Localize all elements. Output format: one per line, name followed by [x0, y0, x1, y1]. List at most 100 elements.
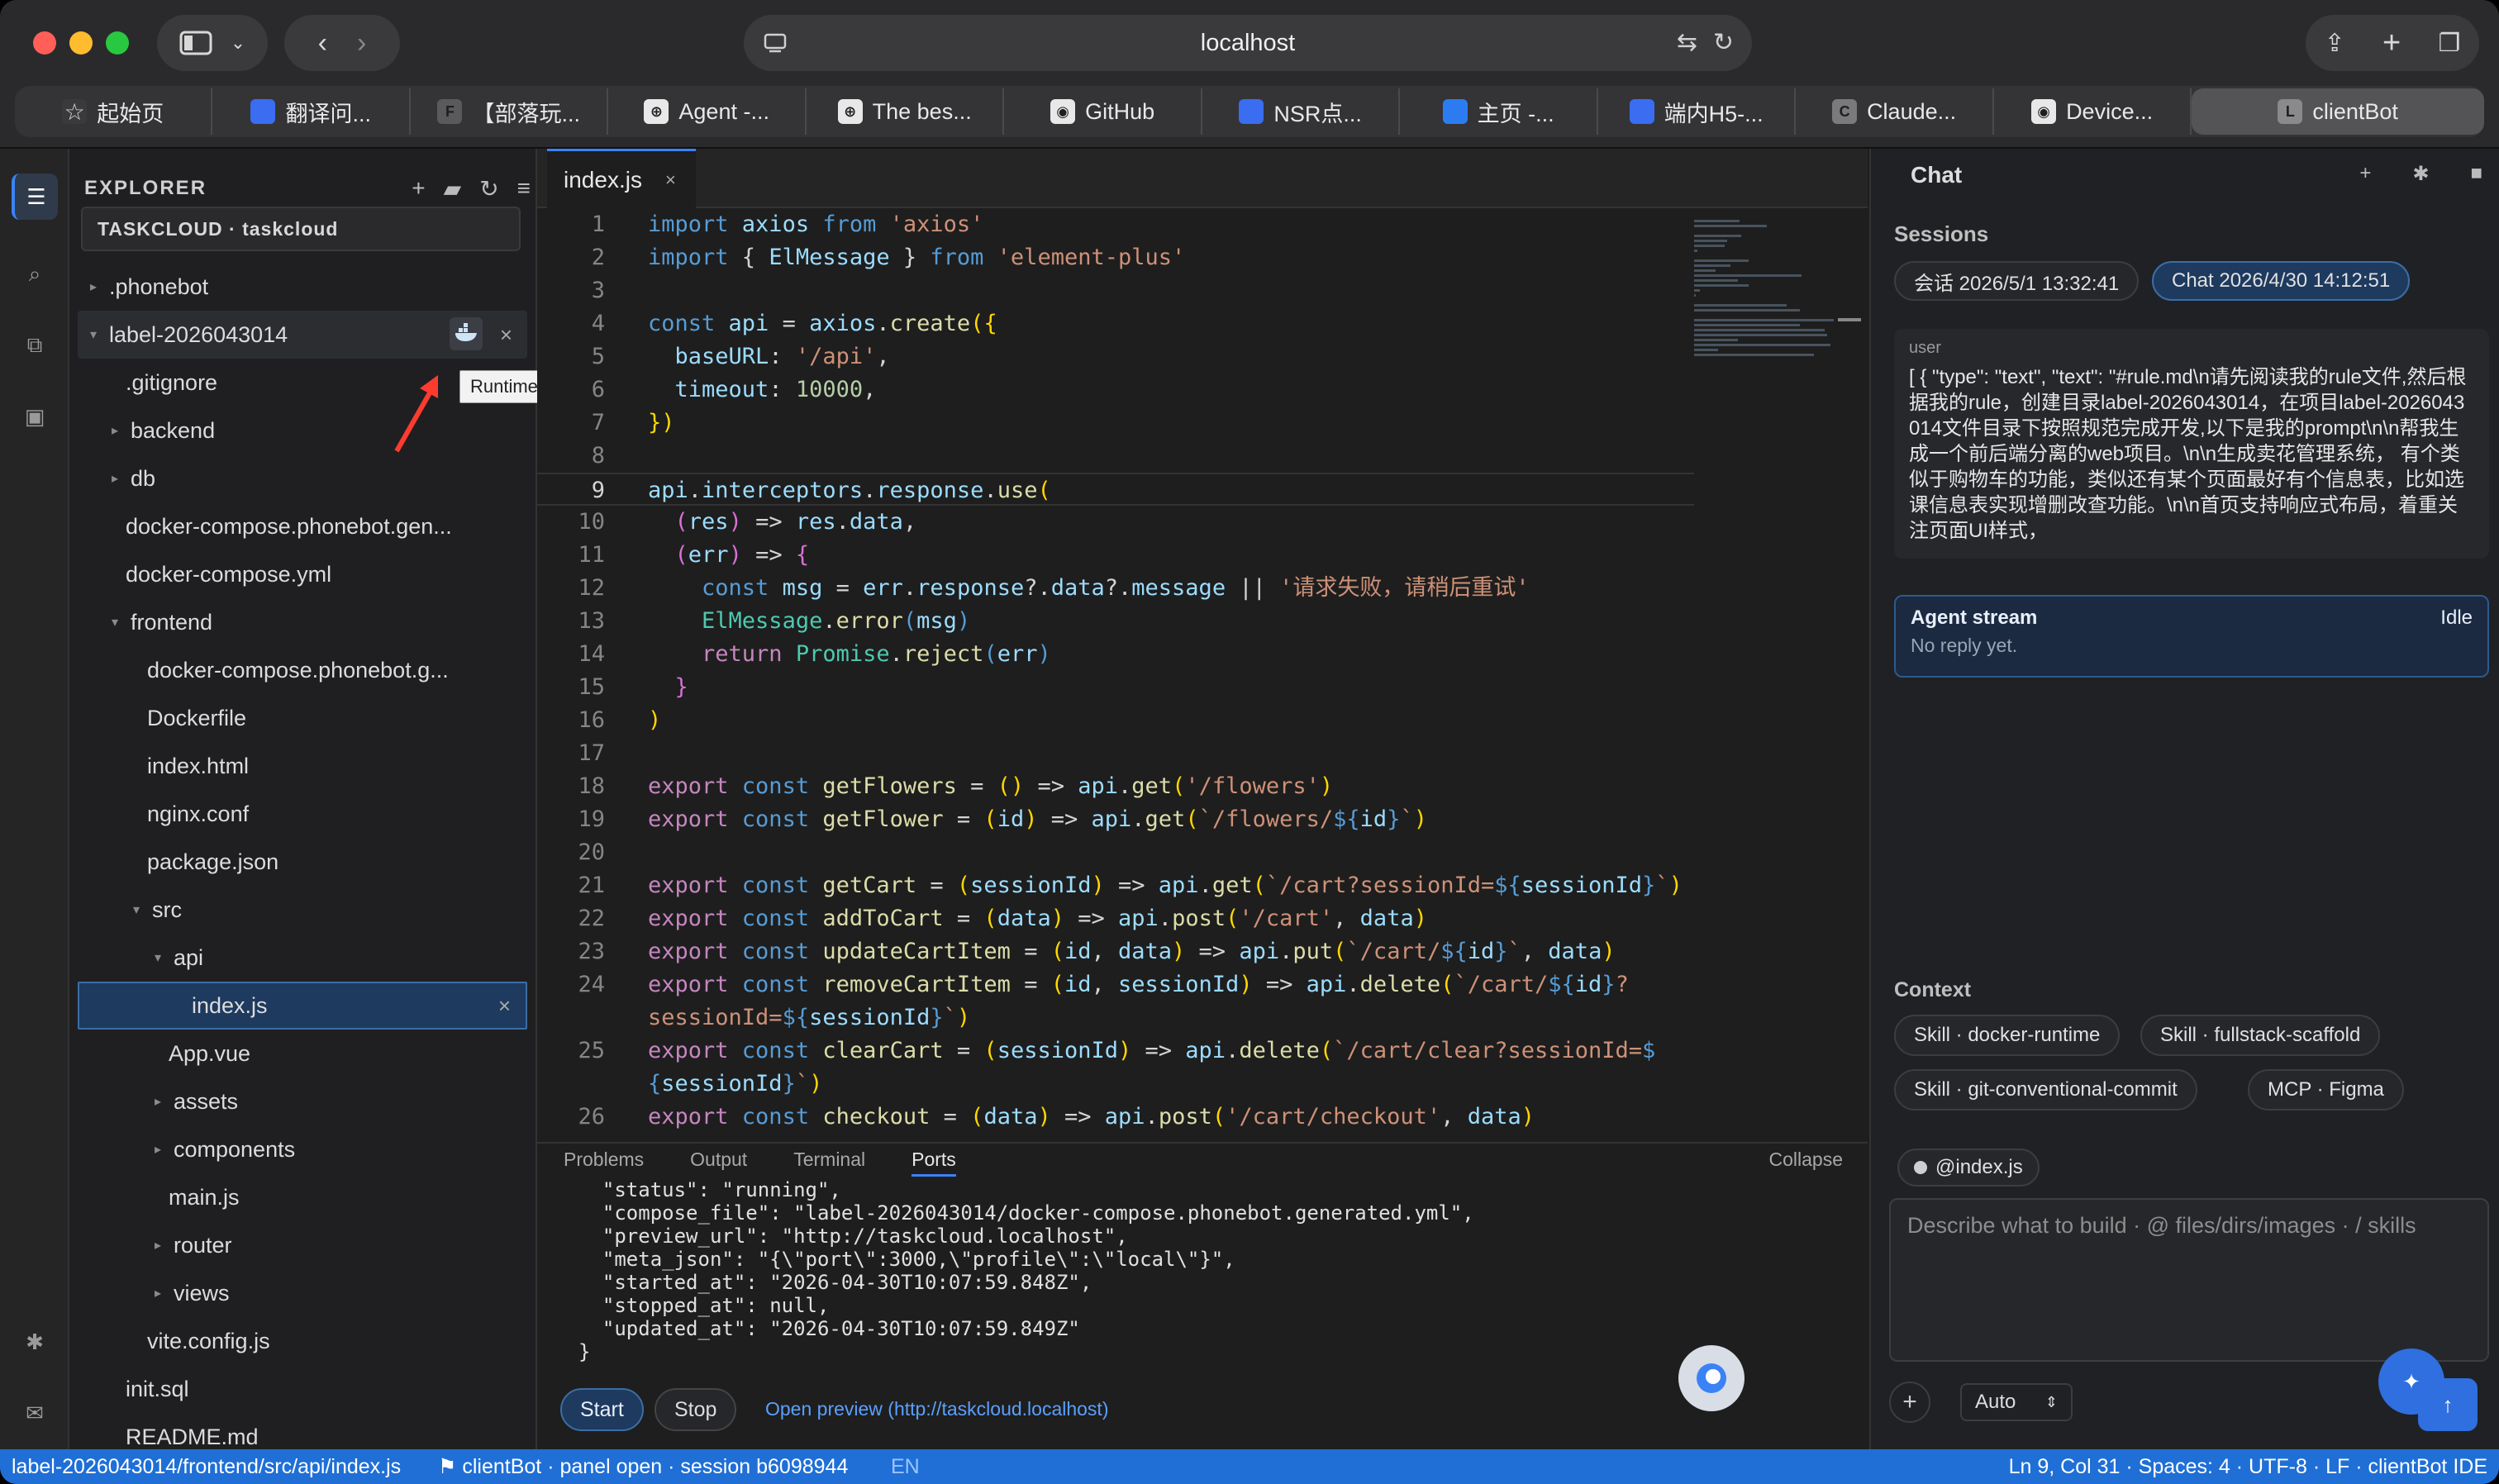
code-line[interactable]: 19 export const getFlower = (id) => api.g…	[537, 803, 1694, 836]
mail-icon[interactable]: ✉	[12, 1390, 58, 1436]
code-line[interactable]: 20	[537, 836, 1694, 869]
code-line[interactable]: 6 timeout: 10000,	[537, 373, 1694, 407]
new-file-icon[interactable]: +	[412, 175, 425, 202]
code-line[interactable]: 2 import { ElMessage } from 'element-plus…	[537, 241, 1694, 274]
chat-settings-icon[interactable]: ✱	[2412, 162, 2429, 186]
translate-icon[interactable]: ⇆	[1677, 28, 1697, 57]
code-lines[interactable]: 1 import axios from 'axios' 2 import { ElMe…	[537, 208, 1694, 1134]
bookmark-item[interactable]: F 【部落玩...	[411, 88, 609, 135]
attach-button[interactable]: +	[1889, 1382, 1930, 1423]
tree-folder[interactable]: ▸ db	[78, 454, 527, 502]
code-line[interactable]: 5 baseURL: '/api',	[537, 340, 1694, 373]
status-path[interactable]: label-2026043014/frontend/src/api/index.…	[12, 1455, 401, 1479]
tab-overview-icon[interactable]: ❐	[2438, 29, 2460, 58]
back-icon[interactable]: ‹	[318, 27, 327, 59]
bookmark-item[interactable]: 翻译问...	[212, 88, 411, 135]
code-line[interactable]: 22 export const addToCart = (data) => api…	[537, 902, 1694, 935]
bookmark-item[interactable]: ☆ 起始页	[15, 88, 213, 135]
code-line[interactable]: 14 return Promise.reject(err)	[537, 638, 1694, 671]
scroll-indicator[interactable]	[1838, 318, 1861, 321]
open-preview-link[interactable]: Open preview (http://taskcloud.localhost…	[765, 1398, 1108, 1420]
bookmark-item[interactable]: ⊕ Agent -...	[608, 88, 807, 135]
bookmark-item[interactable]: NSR点...	[1202, 88, 1401, 135]
tree-file[interactable]: App.vue	[78, 1030, 527, 1077]
code-line[interactable]: 13 ElMessage.error(msg)	[537, 605, 1694, 638]
code-line[interactable]: 26 export const checkout = (data) => api.…	[537, 1101, 1694, 1134]
code-line[interactable]: sessionId=${sessionId}`)	[537, 1001, 1694, 1035]
code-line[interactable]: 11 (err) => {	[537, 539, 1694, 572]
code-line[interactable]: 4 const api = axios.create({	[537, 307, 1694, 340]
tree-folder[interactable]: ▾ src	[78, 886, 527, 934]
stop-button[interactable]: Stop	[654, 1388, 737, 1431]
tree-file[interactable]: docker-compose.yml	[78, 550, 527, 598]
tree-folder[interactable]: ▸ router	[78, 1221, 527, 1269]
start-button[interactable]: Start	[560, 1388, 644, 1431]
tab-output[interactable]: Output	[690, 1149, 747, 1177]
bookmark-item[interactable]: ⊕ The bes...	[807, 88, 1005, 135]
explorer-view-icon[interactable]: ☰	[12, 174, 58, 220]
bookmark-item[interactable]: 主页 -...	[1400, 88, 1598, 135]
code-line[interactable]: 16)	[537, 704, 1694, 737]
code-line[interactable]: 18 export const getFlowers = () => api.ge…	[537, 770, 1694, 803]
code-line[interactable]: 15 }	[537, 671, 1694, 704]
close-icon[interactable]: ×	[498, 993, 511, 1019]
collapse-button[interactable]: Collapse	[1769, 1149, 1844, 1171]
source-control-icon[interactable]: ⧉	[12, 322, 58, 369]
context-chip[interactable]: Skill · git-conventional-commit	[1894, 1069, 2197, 1111]
forward-icon[interactable]: ›	[357, 27, 366, 59]
code-line[interactable]: 24 export const removeCartItem = (id, ses…	[537, 968, 1694, 1001]
status-lang[interactable]: EN	[891, 1455, 920, 1479]
minimize-window-button[interactable]	[69, 31, 93, 55]
file-chip[interactable]: @index.js	[1897, 1149, 2040, 1187]
mode-select[interactable]: Auto ⇕	[1960, 1383, 2073, 1421]
collapse-all-icon[interactable]: ≡	[517, 175, 531, 202]
tree-file[interactable]: init.sql	[78, 1365, 527, 1413]
session-chip[interactable]: 会话 2026/5/1 13:32:41	[1894, 261, 2140, 301]
search-view-icon[interactable]: ⌕	[12, 251, 58, 297]
new-chat-icon[interactable]: +	[2359, 162, 2371, 186]
code-line[interactable]: 7})	[537, 407, 1694, 440]
tree-folder[interactable]: ▸ assets	[78, 1077, 527, 1125]
address-bar[interactable]: localhost ⇆ ↻	[744, 15, 1752, 71]
extensions-icon[interactable]: ▣	[12, 393, 58, 440]
send-button[interactable]: ↑	[2418, 1378, 2478, 1431]
code-line[interactable]: 10 (res) => res.data,	[537, 506, 1694, 539]
tree-file[interactable]: index.html	[78, 742, 527, 790]
sidebar-toggle-button[interactable]: ⌄	[157, 15, 268, 71]
zoom-window-button[interactable]	[106, 31, 129, 55]
workspace-label[interactable]: TASKCLOUD · taskcloud	[81, 207, 521, 251]
close-tab-icon[interactable]: ×	[665, 169, 676, 191]
code-line[interactable]: 25 export const clearCart = (sessionId) =…	[537, 1035, 1694, 1068]
tree-file[interactable]: nginx.conf	[78, 790, 527, 838]
tab-index-js[interactable]: index.js ×	[547, 149, 696, 208]
tree-folder[interactable]: ▾ frontend	[78, 598, 527, 646]
code-line[interactable]: 3	[537, 274, 1694, 307]
tab-terminal[interactable]: Terminal	[793, 1149, 865, 1177]
tab-ports[interactable]: Ports	[912, 1149, 956, 1177]
stop-icon[interactable]: ■	[2471, 162, 2483, 186]
code-line[interactable]: 21 export const getCart = (sessionId) => …	[537, 869, 1694, 902]
new-tab-icon[interactable]: +	[2382, 26, 2401, 61]
tree-folder[interactable]: ▾ label-2026043014 ×	[78, 311, 527, 359]
bookmark-item[interactable]: 端内H5-...	[1598, 88, 1797, 135]
assistant-float-button[interactable]	[1678, 1345, 1745, 1411]
code-line[interactable]: 23 export const updateCartItem = (id, dat…	[537, 935, 1694, 968]
close-window-button[interactable]	[33, 31, 56, 55]
code-line[interactable]: 9 api.interceptors.response.use(	[537, 473, 1694, 506]
refresh-icon[interactable]: ↻	[479, 175, 498, 202]
context-chip[interactable]: Skill · fullstack-scaffold	[2140, 1015, 2381, 1056]
bookmark-item[interactable]: LclientBot	[2192, 88, 2484, 135]
status-right[interactable]: Ln 9, Col 31 · Spaces: 4 · UTF-8 · LF · …	[2009, 1455, 2487, 1479]
tree-file[interactable]: vite.config.js	[78, 1317, 527, 1365]
new-folder-icon[interactable]: ▰	[444, 175, 462, 202]
code-line[interactable]: {sessionId}`)	[537, 1068, 1694, 1101]
page-menu-icon[interactable]	[762, 30, 788, 56]
tree-folder[interactable]: ▸ backend	[78, 407, 527, 454]
session-chip[interactable]: Chat 2026/4/30 14:12:51	[2152, 261, 2411, 301]
bookmark-item[interactable]: ◉ GitHub	[1004, 88, 1202, 135]
chat-input[interactable]: Describe what to build · @ files/dirs/im…	[1889, 1198, 2489, 1362]
tree-folder[interactable]: ▾ api	[78, 934, 527, 982]
settings-gear-icon[interactable]: ✱	[12, 1319, 58, 1365]
bookmark-item[interactable]: ◉ Device...	[1994, 88, 2192, 135]
docker-runtime-icon[interactable]	[450, 317, 483, 350]
